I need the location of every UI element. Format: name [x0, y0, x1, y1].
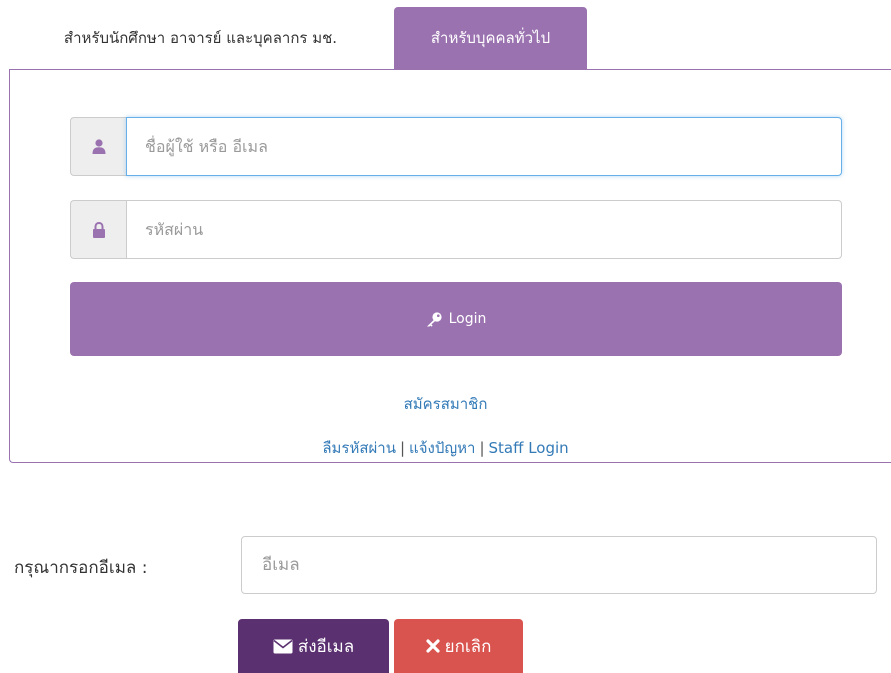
login-label: Login [448, 311, 487, 327]
register-link[interactable]: สมัครสมาชิก [404, 395, 488, 413]
email-label: กรุณากรอกอีเมล : [14, 558, 148, 578]
link-separator: | [479, 439, 485, 457]
staff-login-link[interactable]: Staff Login [489, 439, 569, 457]
tab-general-public[interactable]: สำหรับบุคคลทั่วไป [394, 7, 587, 69]
help-links: ลืมรหัสผ่าน | แจ้งปัญหา | Staff Login [0, 436, 891, 460]
send-email-button[interactable]: ส่งอีเมล [238, 619, 389, 673]
cancel-label: ยกเลิก [444, 636, 492, 657]
report-issue-link[interactable]: แจ้งปัญหา [409, 439, 475, 457]
user-icon [92, 139, 106, 154]
password-addon [70, 200, 126, 259]
password-input[interactable] [126, 200, 842, 259]
register-row: สมัครสมาชิก [0, 392, 891, 416]
username-addon [70, 117, 126, 176]
login-tabs: สำหรับนักศึกษา อาจารย์ และบุคลากร มช. สำ… [10, 7, 891, 69]
key-icon [426, 311, 443, 327]
tab-students-label: สำหรับนักศึกษา อาจารย์ และบุคลากร มช. [63, 29, 338, 47]
envelope-icon [273, 639, 293, 654]
login-button[interactable]: Login [70, 282, 842, 356]
tab-general-label: สำหรับบุคคลทั่วไป [430, 29, 551, 47]
link-separator: | [399, 439, 406, 457]
cancel-button[interactable]: ยกเลิก [394, 619, 523, 673]
password-group [70, 200, 842, 259]
lock-icon [92, 221, 106, 238]
email-input[interactable] [241, 536, 877, 594]
close-icon [426, 639, 440, 653]
username-input[interactable] [126, 117, 842, 176]
username-group [70, 117, 842, 176]
forgot-password-link[interactable]: ลืมรหัสผ่าน [322, 439, 396, 457]
tab-students-staff[interactable]: สำหรับนักศึกษา อาจารย์ และบุคลากร มช. [10, 7, 391, 69]
send-email-label: ส่งอีเมล [297, 636, 355, 657]
